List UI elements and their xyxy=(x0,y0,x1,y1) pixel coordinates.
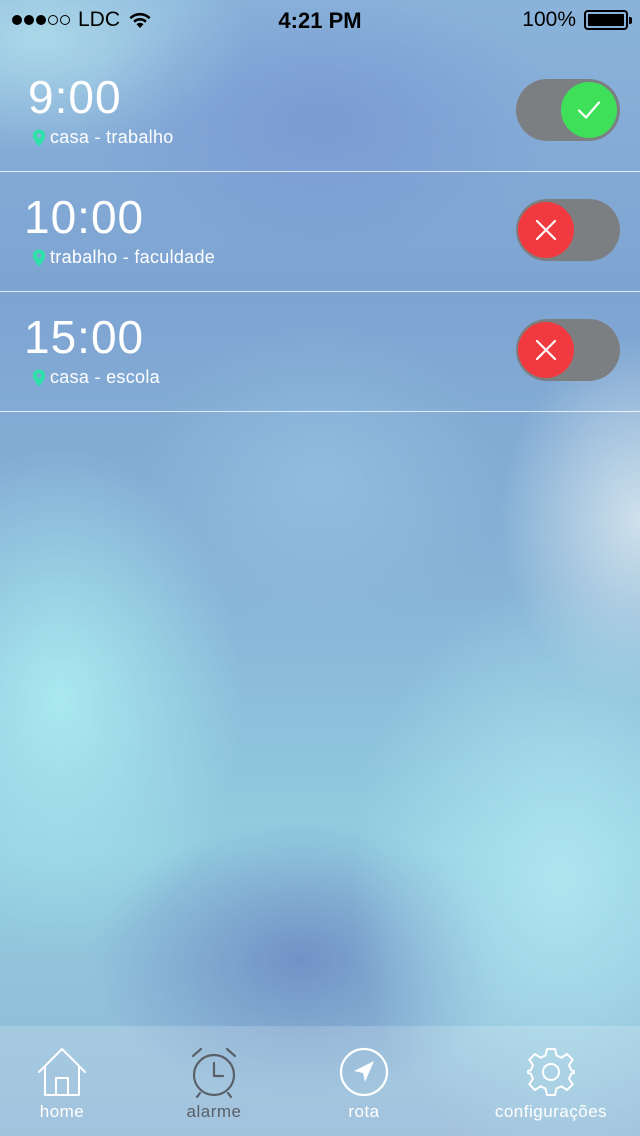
tab-alarme-label: alarme xyxy=(186,1102,242,1121)
alarm-route: casa - trabalho xyxy=(32,127,174,148)
alarm-toggle-off[interactable] xyxy=(516,199,620,261)
alarm-route-label: trabalho - faculdade xyxy=(50,247,216,267)
battery-fill xyxy=(588,14,624,26)
alarm-time: 9:00 xyxy=(28,71,122,123)
battery-icon xyxy=(584,10,632,30)
alarm-row[interactable]: 10:00 trabalho - faculdade xyxy=(0,172,640,292)
tab-configuracoes[interactable]: configurações xyxy=(476,1026,626,1136)
alarm-route: trabalho - faculdade xyxy=(32,247,215,268)
location-pin-icon xyxy=(32,249,46,266)
alarm-toggle-off[interactable] xyxy=(516,319,620,381)
gear-icon xyxy=(527,1048,575,1096)
tab-bar: home alarme rota configurações xyxy=(0,1026,640,1136)
status-right: 100% xyxy=(522,8,632,32)
battery-percentage: 100% xyxy=(522,8,576,31)
alarm-clock-icon xyxy=(191,1047,237,1098)
tab-rota[interactable]: rota xyxy=(324,1026,404,1136)
tab-home-label: home xyxy=(39,1102,85,1121)
alarm-row[interactable]: 15:00 casa - escola xyxy=(0,292,640,412)
alarm-toggle-on[interactable] xyxy=(516,79,620,141)
house-icon xyxy=(38,1048,86,1096)
status-bar: LDC 4:21 PM 100% xyxy=(0,0,640,40)
location-pin-icon xyxy=(32,129,46,146)
navigation-arrow-icon xyxy=(339,1047,389,1097)
tab-configuracoes-label: configurações xyxy=(494,1102,608,1121)
close-icon xyxy=(535,219,557,241)
alarm-list: 9:00 casa - trabalho 10:00 trabalho - fa… xyxy=(0,52,640,412)
battery-tip xyxy=(629,17,632,24)
tab-rota-label: rota xyxy=(348,1102,380,1121)
alarm-time: 15:00 xyxy=(24,311,145,363)
alarm-row[interactable]: 9:00 casa - trabalho xyxy=(0,52,640,172)
toggle-knob xyxy=(518,202,574,258)
tab-home[interactable]: home xyxy=(22,1026,102,1136)
close-icon xyxy=(535,339,557,361)
toggle-knob xyxy=(518,322,574,378)
location-pin-icon xyxy=(32,369,46,386)
alarm-route: casa - escola xyxy=(32,367,160,388)
tab-alarme[interactable]: alarme xyxy=(172,1026,256,1136)
alarm-time: 10:00 xyxy=(24,191,145,243)
checkmark-icon xyxy=(577,101,601,119)
toggle-knob xyxy=(561,82,617,138)
alarm-route-label: casa - trabalho xyxy=(50,127,174,147)
alarm-route-label: casa - escola xyxy=(50,367,160,387)
